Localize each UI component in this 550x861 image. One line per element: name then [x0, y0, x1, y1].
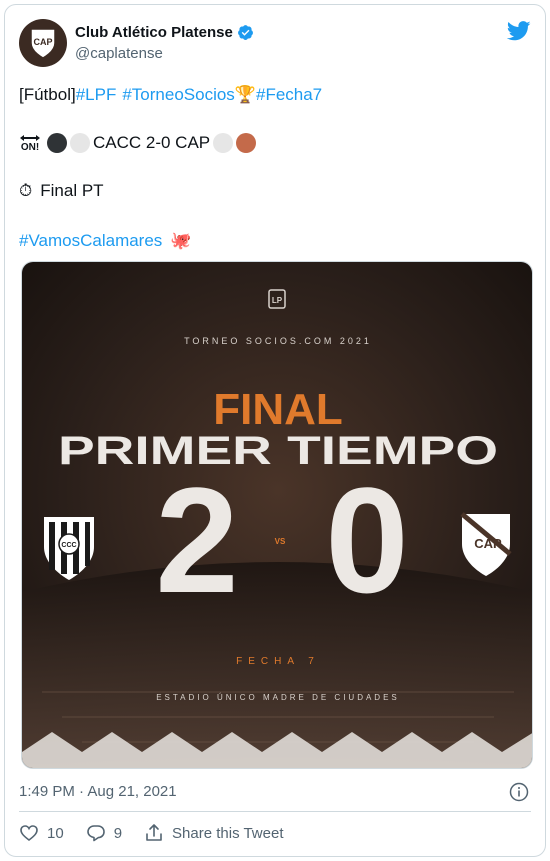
tweet-timestamp[interactable]: 1:49 PM · Aug 21, 2021 [19, 783, 177, 800]
svg-text:CCC: CCC [61, 542, 76, 549]
hashtag-vamoscalamares[interactable]: #VamosCalamares [19, 231, 162, 251]
twitter-bird-icon[interactable] [507, 21, 531, 41]
avatar-text: CAP [33, 37, 52, 47]
info-icon[interactable] [509, 782, 529, 802]
share-button[interactable]: Share this Tweet [144, 823, 283, 843]
tweet-prefix: [Fútbol] [19, 85, 76, 104]
on-arrow-icon: ON! [19, 134, 41, 153]
svg-text:LP: LP [272, 296, 283, 305]
stopwatch-icon: ⏱ [19, 181, 33, 200]
tweet-line-score: ON! CACC 2-0 CAP [19, 133, 259, 153]
tweet-card: CAP Club Atlético Platense @caplatense [… [4, 4, 546, 857]
primer-tiempo-title: PRIMER TIEMPO [58, 429, 498, 473]
black-circle-icon [47, 133, 67, 153]
final-pt-text: Final PT [40, 181, 104, 200]
tournament-title: TORNEO SOCIOS.COM 2021 [184, 336, 372, 346]
brown-circle-icon [236, 133, 257, 153]
tweet-media-image[interactable]: LP TORNEO SOCIOS.COM 2021 FINAL PRIMER T… [21, 261, 533, 769]
tweet-line-vamos: #VamosCalamares 🐙 [19, 231, 191, 251]
fecha-label: FECHA 7 [236, 656, 320, 667]
svg-text:CAP: CAP [474, 536, 502, 551]
score-text: CACC 2-0 CAP [93, 133, 211, 152]
hashtag-lpf[interactable]: #LPF [76, 85, 117, 105]
verified-badge-icon [237, 25, 253, 40]
divider [19, 811, 531, 812]
trophy-icon: 🏆 [234, 85, 256, 104]
white-circle-icon [70, 133, 90, 153]
hashtag-torneosocios[interactable]: #TorneoSocios [122, 85, 234, 105]
tweet-line-hashtags: [Fútbol] #LPF #TorneoSocios 🏆 #Fecha7 [19, 85, 322, 105]
club-shield-icon: CAP [30, 28, 56, 59]
final-word: FINAL [213, 385, 343, 434]
reply-count: 9 [113, 824, 123, 842]
vs-label: VS [275, 537, 286, 546]
author-name-row[interactable]: Club Atlético Platense [75, 24, 254, 41]
octopus-icon: 🐙 [170, 231, 192, 250]
away-score: 0 [325, 456, 408, 624]
hashtag-fecha7[interactable]: #Fecha7 [256, 85, 322, 105]
tweet-actions: 10 9 Share this Tweet [19, 823, 305, 843]
tweet-line-final: ⏱ Final PT [19, 181, 104, 201]
home-score: 2 [155, 456, 238, 624]
avatar[interactable]: CAP [19, 19, 67, 67]
author-name[interactable]: Club Atlético Platense [75, 24, 233, 41]
reply-bubble-icon [86, 825, 105, 842]
white-circle-icon [213, 133, 234, 153]
share-label: Share this Tweet [172, 824, 284, 842]
reply-button[interactable]: 9 [86, 823, 122, 843]
author-handle[interactable]: @caplatense [75, 45, 163, 62]
share-icon [146, 824, 162, 841]
heart-icon [20, 825, 38, 842]
like-count: 10 [47, 824, 64, 842]
stadium-name: ESTADIO ÚNICO MADRE DE CIUDADES [156, 693, 400, 702]
like-button[interactable]: 10 [19, 823, 64, 843]
